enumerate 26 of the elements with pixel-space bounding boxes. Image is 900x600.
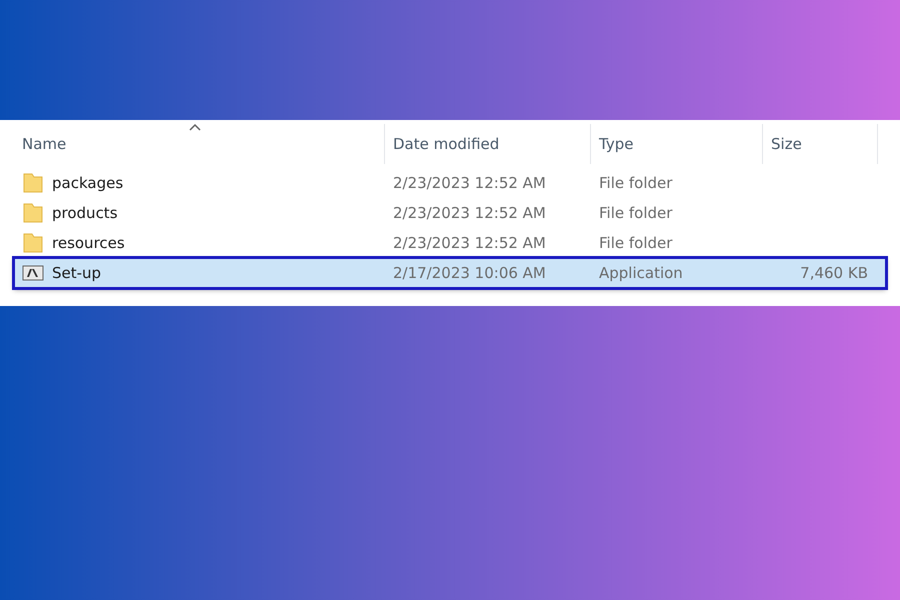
column-header[interactable]: Size [763, 124, 878, 164]
file-type: File folder [598, 204, 674, 222]
file-row[interactable]: products 2/23/2023 12:52 AM File folder [14, 198, 886, 228]
column-header[interactable]: Date modified [385, 124, 591, 164]
file-row[interactable]: resources 2/23/2023 12:52 AM File folder [14, 228, 886, 258]
column-header[interactable]: Type [591, 124, 763, 164]
file-name: Set-up [52, 264, 102, 282]
folder-icon [22, 232, 44, 254]
file-name: packages [52, 174, 124, 192]
folder-icon [22, 172, 44, 194]
file-size: 7,460 KB [799, 264, 869, 282]
file-type: Application [598, 264, 684, 282]
date-modified: 2/17/2023 10:06 AM [392, 264, 547, 282]
date-modified: 2/23/2023 12:52 AM [392, 174, 547, 192]
sort-caret-icon [189, 123, 201, 131]
file-row[interactable]: Set-up 2/17/2023 10:06 AM Application 7,460 KB [14, 258, 886, 288]
folder-icon [22, 202, 44, 224]
column-header[interactable]: Name [14, 124, 385, 164]
date-modified: 2/23/2023 12:52 AM [392, 204, 547, 222]
file-name: products [52, 204, 118, 222]
date-modified: 2/23/2023 12:52 AM [392, 234, 547, 252]
file-row[interactable]: packages 2/23/2023 12:52 AM File folder [14, 168, 886, 198]
file-type: File folder [598, 174, 674, 192]
application-icon [22, 264, 44, 282]
file-name: resources [52, 234, 125, 252]
file-type: File folder [598, 234, 674, 252]
